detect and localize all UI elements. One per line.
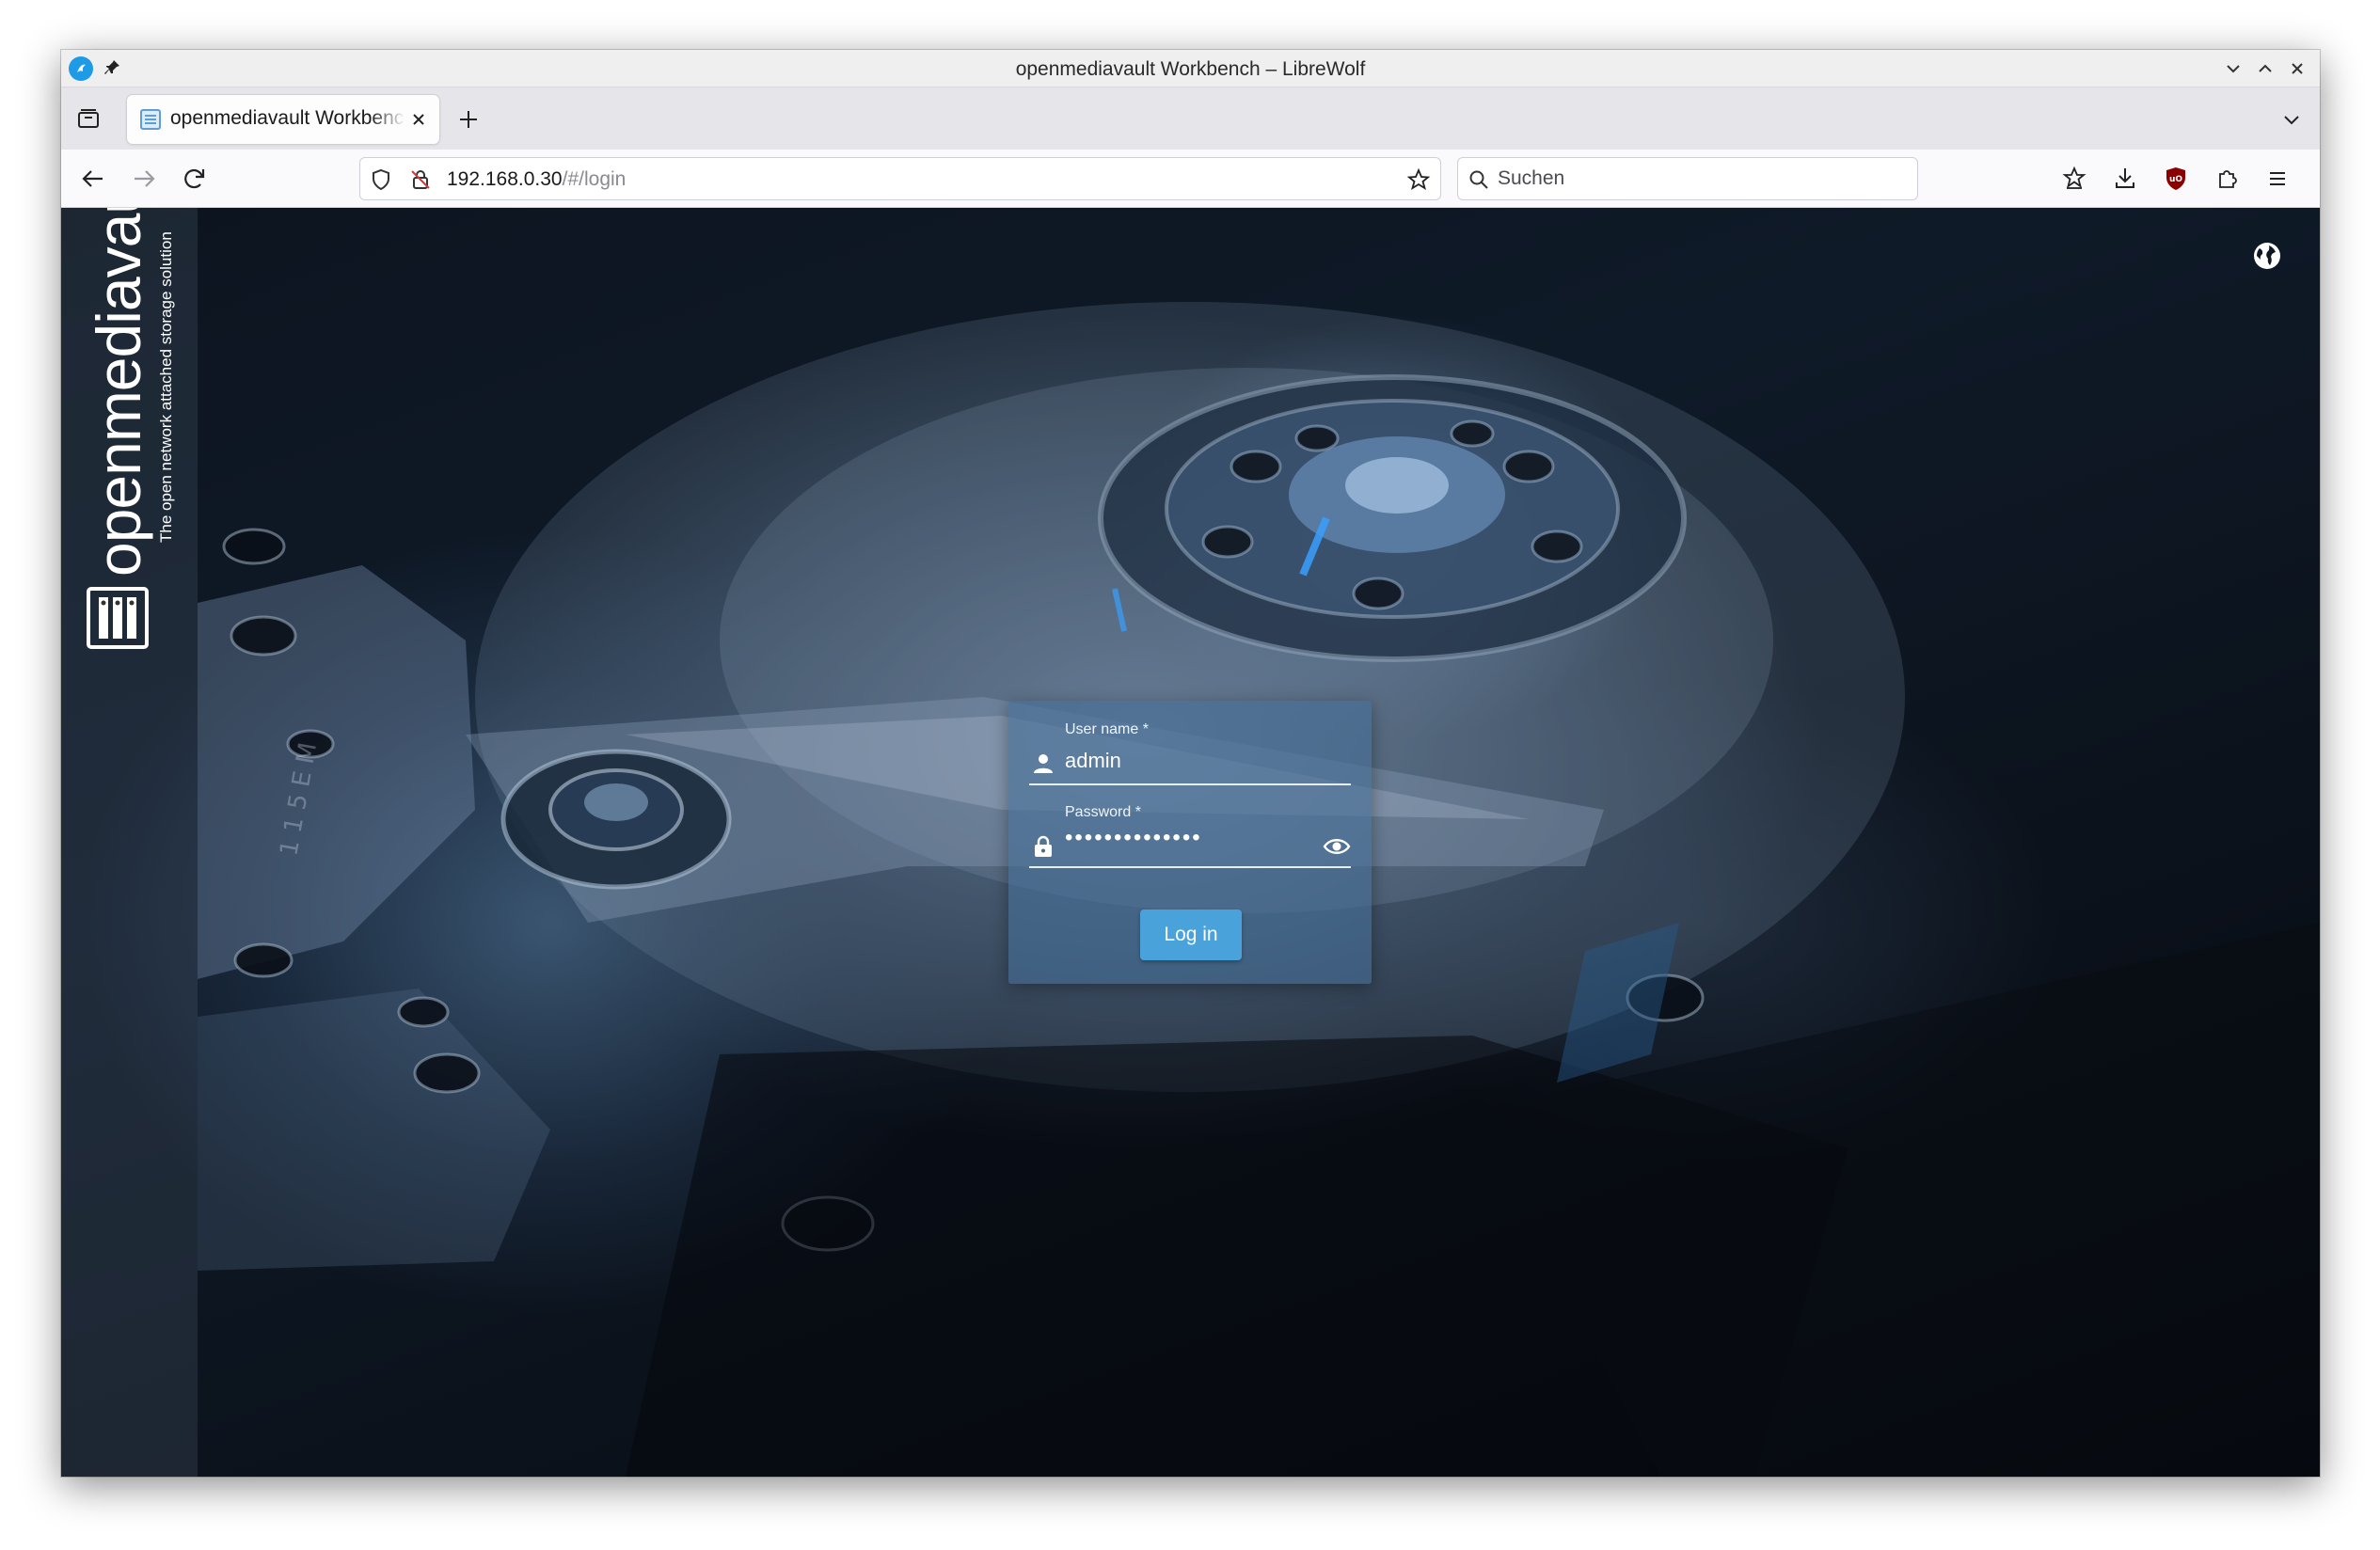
user-icon <box>1034 754 1053 773</box>
username-label: User name * <box>1065 721 1149 737</box>
password-label: Password * <box>1065 804 1141 820</box>
login-page: 1 1 5 E M openmediavault The open networ… <box>61 208 2320 1477</box>
extensions-puzzle-icon[interactable] <box>2212 164 2242 194</box>
brand-block: openmediavault The open network attached… <box>69 208 182 650</box>
minimize-chevron-icon[interactable] <box>2223 58 2244 79</box>
show-password-eye-icon[interactable] <box>1323 832 1351 861</box>
navigation-toolbar: 192.168.0.30/#/login uO <box>61 150 2320 208</box>
password-input[interactable]: •••••••••••••• <box>1065 825 1309 855</box>
brand-name: openmediavault <box>84 208 153 577</box>
browser-window: openmediavault Workbench – LibreWolf ope… <box>61 50 2320 1477</box>
language-globe-icon[interactable] <box>2251 240 2283 272</box>
pocket-save-icon[interactable] <box>2059 164 2089 194</box>
list-all-tabs-chevron-icon[interactable] <box>2280 108 2303 131</box>
tab-overview-icon[interactable] <box>74 104 103 133</box>
username-input[interactable] <box>1065 746 1309 776</box>
lock-icon <box>1035 835 1052 857</box>
search-bar[interactable] <box>1457 157 1918 200</box>
close-tab-icon[interactable] <box>407 108 430 131</box>
window-title: openmediavault Workbench – LibreWolf <box>1015 58 1366 80</box>
ublock-origin-icon[interactable]: uO <box>2161 164 2191 194</box>
insecure-lock-icon[interactable] <box>409 168 432 191</box>
brand-tagline: The open network attached storage soluti… <box>157 231 175 543</box>
address-bar[interactable]: 192.168.0.30/#/login <box>359 157 1441 200</box>
new-tab-plus-icon[interactable] <box>456 107 481 132</box>
tracking-protection-shield-icon[interactable] <box>370 168 392 191</box>
reload-icon[interactable] <box>180 164 210 194</box>
login-button[interactable]: Log in <box>1140 909 1242 960</box>
maximize-chevron-icon[interactable] <box>2255 58 2276 79</box>
openmediavault-logo-icon <box>87 587 149 649</box>
password-field: Password * •••••••••••••• <box>1029 799 1351 876</box>
bookmark-star-icon[interactable] <box>1406 167 1431 192</box>
username-field: User name * <box>1029 716 1351 793</box>
search-icon <box>1469 170 1488 189</box>
tab-openmediavault[interactable]: openmediavault Workbench <box>127 95 439 144</box>
search-input[interactable] <box>1498 158 1902 199</box>
url-text[interactable]: 192.168.0.30/#/login <box>447 168 626 191</box>
tab-label: openmediavault Workbench <box>170 107 405 129</box>
username-underline <box>1029 783 1351 785</box>
svg-text:uO: uO <box>2169 175 2182 184</box>
url-path: /#/login <box>562 168 627 190</box>
url-host: 192.168.0.30 <box>447 168 563 190</box>
password-underline <box>1029 866 1351 868</box>
close-window-icon[interactable] <box>2287 58 2308 79</box>
page-favicon-icon <box>140 109 161 130</box>
back-arrow-icon[interactable] <box>78 164 108 194</box>
downloads-icon[interactable] <box>2110 164 2140 194</box>
hamburger-menu-icon[interactable] <box>2262 164 2293 194</box>
login-form: User name * Password * •••••••••••••• <box>1008 701 1372 984</box>
tab-strip: openmediavault Workbench <box>61 87 2320 150</box>
title-bar: openmediavault Workbench – LibreWolf <box>61 50 2320 87</box>
forward-arrow-icon[interactable] <box>129 164 159 194</box>
